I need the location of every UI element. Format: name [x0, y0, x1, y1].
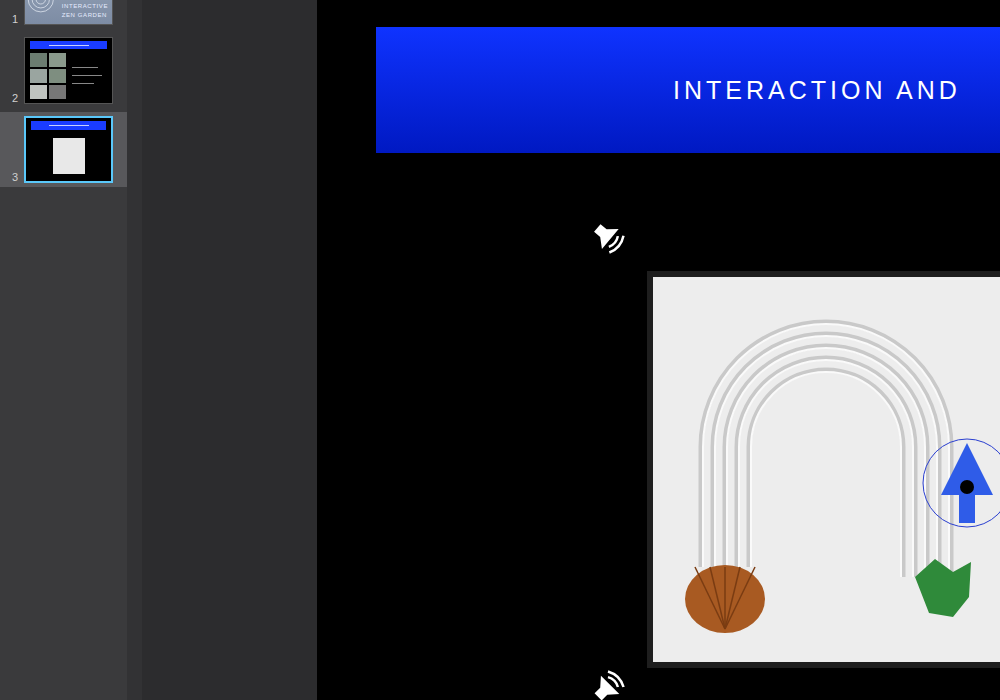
garden-photo-frame[interactable]: [647, 271, 1000, 668]
ivy-leaf: [915, 559, 971, 617]
slide-title[interactable]: INTERACTION AND: [673, 76, 961, 105]
thumbnail-garden: [53, 138, 85, 174]
slide-stage: [586, 215, 1000, 700]
slide-thumbnail[interactable]: INTERACTIVE ZEN GARDEN: [24, 0, 113, 25]
seashell: [685, 565, 765, 633]
thumbnail-photo: [49, 53, 66, 67]
thumbnail-photo: [49, 85, 66, 99]
slide-row[interactable]: 2: [0, 33, 127, 108]
ripple-logo-icon: [25, 0, 60, 24]
sound-bell-icon[interactable]: [586, 215, 630, 259]
slide-navigator: 1 INTERACTIVE ZEN GARDEN 2 3: [0, 0, 127, 700]
direction-arrow-icon[interactable]: [921, 437, 1000, 529]
thumbnail-photo: [30, 69, 47, 83]
thumbnail-title-line: INTERACTIVE: [62, 3, 108, 10]
slide-header[interactable]: INTERACTION AND: [376, 27, 1000, 153]
thumbnail-title: INTERACTIVE ZEN GARDEN: [60, 3, 112, 24]
thumbnail-header: [31, 121, 106, 130]
slide-canvas[interactable]: INTERACTION AND: [317, 0, 1000, 700]
slide-thumbnail[interactable]: [24, 37, 113, 104]
thumbnail-photo: [30, 53, 47, 67]
presentation-window: 1 INTERACTIVE ZEN GARDEN 2 3 INTERACTION AND: [0, 0, 1000, 700]
canvas-margin: [142, 0, 317, 700]
thumbnail-photo: [49, 69, 66, 83]
slide-number: 1: [0, 13, 24, 25]
zen-garden-photo: [653, 277, 1000, 662]
slide-row[interactable]: 3: [0, 112, 127, 187]
speaker-icon[interactable]: [586, 665, 630, 700]
thumbnail-header: [30, 41, 107, 49]
thumbnail-title-line: ZEN GARDEN: [62, 12, 108, 19]
thumbnail-photo: [30, 85, 47, 99]
slide-thumbnail[interactable]: [24, 116, 113, 183]
navigator-divider[interactable]: [127, 0, 142, 700]
slide-row[interactable]: 1 INTERACTIVE ZEN GARDEN: [0, 0, 127, 29]
slide-number: 2: [0, 92, 24, 104]
thumbnail-photo-grid: [30, 53, 66, 99]
slide-number: 3: [0, 171, 24, 183]
